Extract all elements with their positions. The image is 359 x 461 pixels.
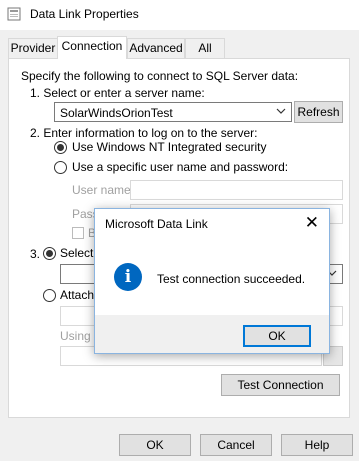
step2-label: 2. Enter information to log on to the se… [30,126,258,140]
tab-all-label: All [198,41,212,55]
blank-password-checkbox[interactable] [72,227,84,239]
radio-attach-database[interactable] [43,289,56,302]
tab-connection-label: Connection [61,39,123,53]
server-name-combobox[interactable]: SolarWindsOrionTest [54,102,292,122]
data-link-app-icon [7,7,21,21]
username-field[interactable] [130,180,343,200]
radio-nt-security[interactable] [54,141,67,154]
option-specific-label: Use a specific user name and password: [72,160,289,174]
window-title: Data Link Properties [30,7,139,21]
help-label: Help [304,438,330,452]
help-button[interactable]: Help [281,434,353,456]
radio-specific-login[interactable] [54,161,67,174]
test-connection-label: Test Connection [237,378,324,392]
refresh-label: Refresh [297,105,340,119]
tab-advanced-label: Advanced [129,41,183,55]
radio-select-database[interactable] [43,247,56,260]
chevron-down-icon[interactable] [275,105,287,117]
tab-provider-label: Provider [10,41,56,55]
tab-advanced[interactable]: Advanced [127,38,185,58]
close-icon[interactable]: ✕ [305,213,319,233]
username-label: User name: [72,183,135,197]
ok-button[interactable]: OK [119,434,191,456]
info-icon: i [114,263,142,291]
tab-connection[interactable]: Connection [57,36,127,59]
using-filename-label: Using t [60,329,98,343]
test-connection-button[interactable]: Test Connection [221,374,340,396]
title-bar: Data Link Properties [0,0,359,30]
dialog-title: Microsoft Data Link [105,217,208,231]
server-name-value: SolarWindsOrionTest [60,106,173,120]
option-nt-label: Use Windows NT Integrated security [72,140,267,154]
step3-label: 3. [30,247,41,261]
dialog-message: Test connection succeeded. [157,272,306,286]
step1-label: 1. Select or enter a server name: [30,86,205,100]
attach-database-label: Attach [60,288,95,302]
message-dialog: Microsoft Data Link ✕ i Test connection … [94,208,330,354]
cancel-button[interactable]: Cancel [200,434,272,456]
cancel-label: Cancel [217,438,255,452]
tab-provider[interactable]: Provider [8,38,58,58]
refresh-button[interactable]: Refresh [294,101,343,123]
dialog-footer: OK [95,315,329,353]
tab-all[interactable]: All [185,38,225,58]
ok-label: OK [146,438,164,452]
intro-text: Specify the following to connect to SQL … [21,69,299,83]
dialog-ok-label: OK [268,329,286,343]
dialog-ok-button[interactable]: OK [243,325,311,347]
